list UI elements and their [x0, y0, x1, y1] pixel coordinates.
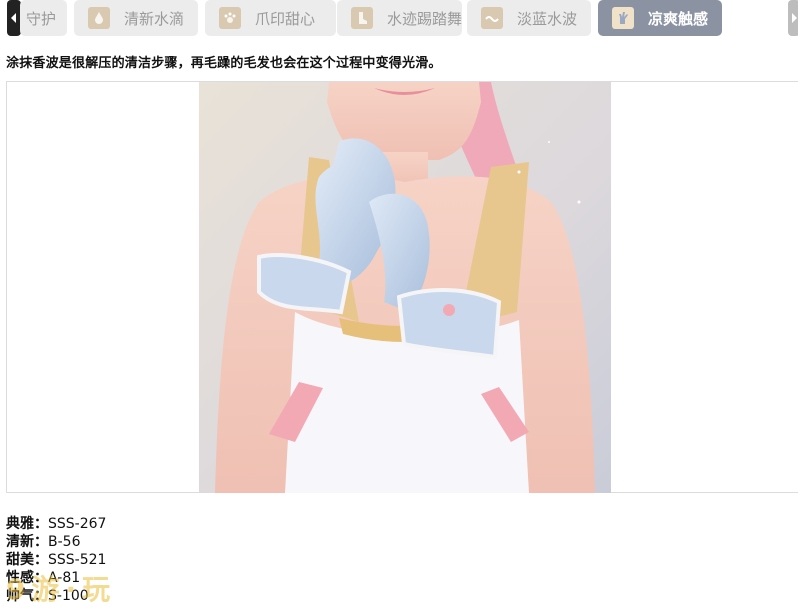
stat-label: 典雅： — [6, 516, 48, 532]
tab-label: 水迹踢踏舞 — [387, 9, 462, 28]
outfit-tab-bar: 守护 清新水滴 爪印甜心 水迹踢踏舞 淡蓝水波 凉爽触感 — [0, 0, 798, 36]
wave-outfit-icon — [481, 7, 503, 29]
tab-label: 淡蓝水波 — [517, 9, 578, 28]
stat-sweet: 甜美：SSS-521 — [6, 551, 106, 569]
stat-sexy: 性感：A-81 — [6, 569, 106, 587]
tab-label: 爪印甜心 — [255, 9, 316, 28]
stat-value: S-100 — [48, 588, 89, 604]
stat-value: A-81 — [48, 570, 81, 586]
tab-water-tap-dance[interactable]: 水迹踢踏舞 — [337, 0, 462, 36]
chevron-right-icon — [792, 13, 797, 23]
outfit-description: 涂抹香波是很解压的清洁步骤，再毛躁的毛发也会在这个过程中变得光滑。 — [6, 56, 442, 71]
stat-label: 帅气： — [6, 588, 48, 604]
outfit-stats: 典雅：SSS-267 清新：B-56 甜美：SSS-521 性感：A-81 帅气… — [6, 515, 106, 605]
paw-outfit-icon — [219, 7, 241, 29]
chevron-left-icon — [11, 13, 16, 23]
tab-label: 守护 — [26, 9, 57, 28]
stat-label: 清新： — [6, 534, 48, 550]
stat-value: SSS-521 — [48, 552, 107, 568]
scroll-right-button[interactable] — [788, 0, 798, 36]
stat-elegant: 典雅：SSS-267 — [6, 515, 106, 533]
tab-label: 清新水滴 — [124, 9, 185, 28]
outfit-photo — [199, 82, 611, 493]
water-drop-outfit-icon — [88, 7, 110, 29]
glove-outfit-icon — [612, 7, 634, 29]
scroll-left-button[interactable] — [7, 0, 21, 36]
stat-value: B-56 — [48, 534, 81, 550]
tab-fresh-water-drop[interactable]: 清新水滴 — [74, 0, 198, 36]
stat-cool: 帅气：S-100 — [6, 587, 106, 605]
tab-paw-sweetheart[interactable]: 爪印甜心 — [205, 0, 336, 36]
stat-label: 甜美： — [6, 552, 48, 568]
tab-cool-touch[interactable]: 凉爽触感 — [598, 0, 722, 36]
stat-label: 性感： — [6, 570, 48, 586]
tab-light-blue-wave[interactable]: 淡蓝水波 — [467, 0, 591, 36]
stat-value: SSS-267 — [48, 516, 107, 532]
tab-label: 凉爽触感 — [648, 9, 709, 28]
tap-shoe-outfit-icon — [351, 7, 373, 29]
stat-fresh: 清新：B-56 — [6, 533, 106, 551]
tab-guard[interactable]: 守护 — [20, 0, 67, 36]
